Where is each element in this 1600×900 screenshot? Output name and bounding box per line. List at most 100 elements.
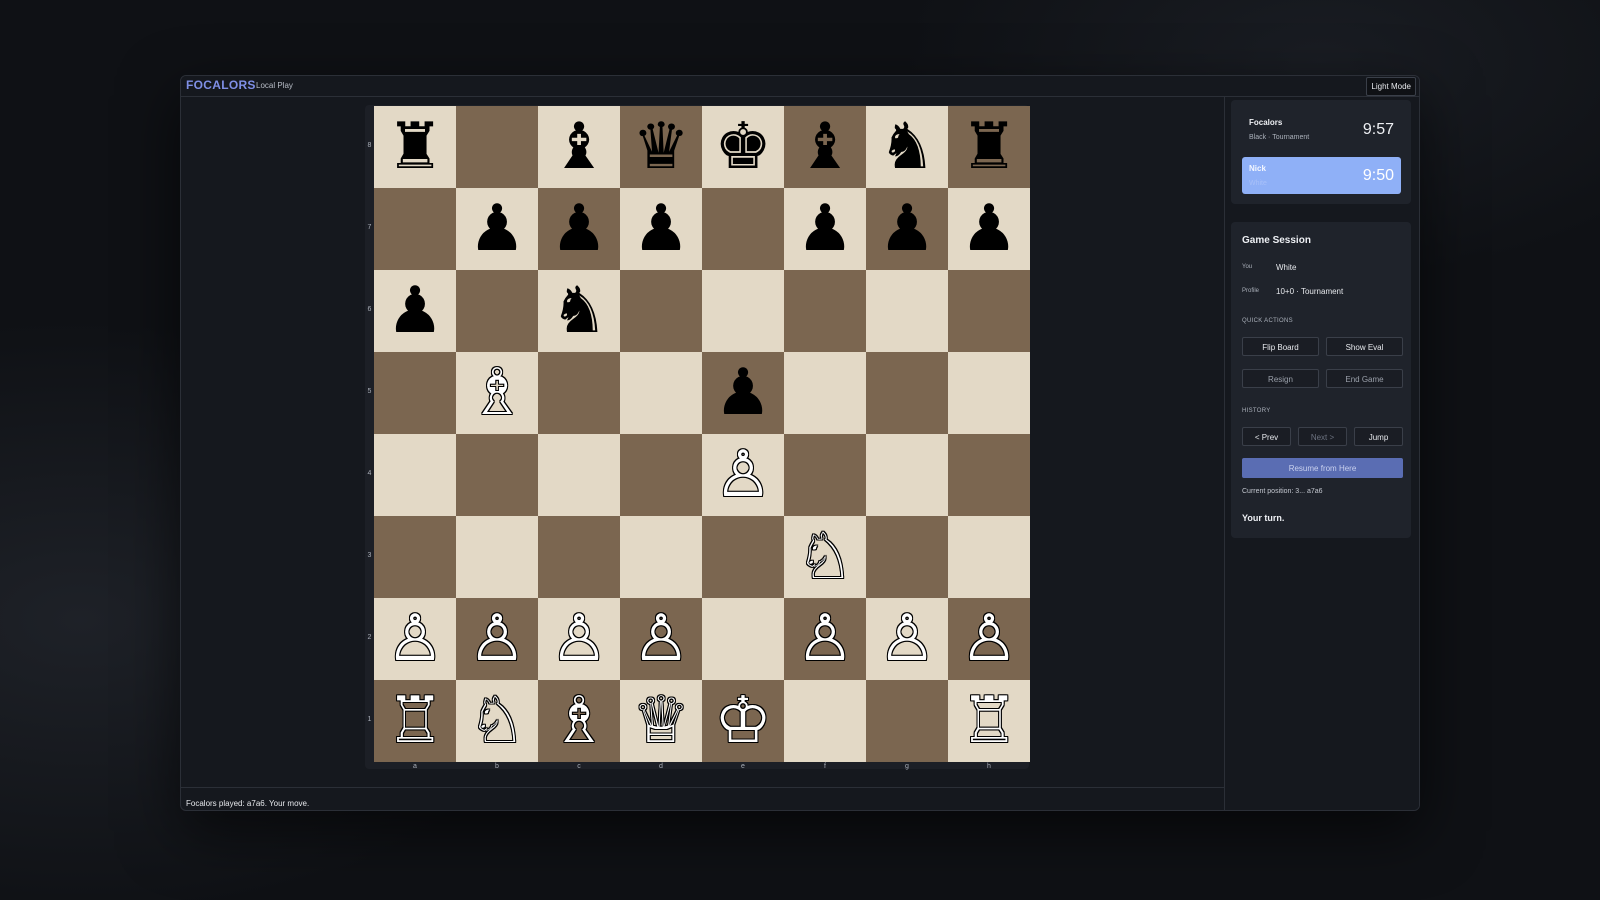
square-b5[interactable]: ♗ xyxy=(456,352,538,434)
white-pawn-piece[interactable]: ♙ xyxy=(468,598,525,680)
square-g1[interactable] xyxy=(866,680,948,762)
square-h2[interactable]: ♙ xyxy=(948,598,1030,680)
square-d3[interactable] xyxy=(620,516,702,598)
square-c1[interactable]: ♗ xyxy=(538,680,620,762)
black-pawn-piece[interactable]: ♟ xyxy=(632,188,689,270)
square-a1[interactable]: ♖ xyxy=(374,680,456,762)
square-c2[interactable]: ♙ xyxy=(538,598,620,680)
square-b4[interactable] xyxy=(456,434,538,516)
white-king-piece[interactable]: ♔ xyxy=(714,680,771,762)
white-pawn-piece[interactable]: ♙ xyxy=(632,598,689,680)
square-f7[interactable]: ♟ xyxy=(784,188,866,270)
square-g3[interactable] xyxy=(866,516,948,598)
black-bishop-piece[interactable]: ♝ xyxy=(796,106,853,188)
square-d7[interactable]: ♟ xyxy=(620,188,702,270)
square-g8[interactable]: ♞ xyxy=(866,106,948,188)
black-pawn-piece[interactable]: ♟ xyxy=(878,188,935,270)
square-f8[interactable]: ♝ xyxy=(784,106,866,188)
square-g2[interactable]: ♙ xyxy=(866,598,948,680)
square-e3[interactable] xyxy=(702,516,784,598)
square-f5[interactable] xyxy=(784,352,866,434)
white-rook-piece[interactable]: ♖ xyxy=(386,680,443,762)
black-pawn-piece[interactable]: ♟ xyxy=(468,188,525,270)
square-g5[interactable] xyxy=(866,352,948,434)
square-b3[interactable] xyxy=(456,516,538,598)
square-f6[interactable] xyxy=(784,270,866,352)
square-b7[interactable]: ♟ xyxy=(456,188,538,270)
square-a4[interactable] xyxy=(374,434,456,516)
black-pawn-piece[interactable]: ♟ xyxy=(386,270,443,352)
square-e7[interactable] xyxy=(702,188,784,270)
square-f1[interactable] xyxy=(784,680,866,762)
square-d2[interactable]: ♙ xyxy=(620,598,702,680)
white-pawn-piece[interactable]: ♙ xyxy=(386,598,443,680)
square-g6[interactable] xyxy=(866,270,948,352)
square-d5[interactable] xyxy=(620,352,702,434)
white-bishop-piece[interactable]: ♗ xyxy=(468,352,525,434)
square-b2[interactable]: ♙ xyxy=(456,598,538,680)
square-d8[interactable]: ♛ xyxy=(620,106,702,188)
black-queen-piece[interactable]: ♛ xyxy=(632,106,689,188)
white-queen-piece[interactable]: ♕ xyxy=(632,680,689,762)
black-rook-piece[interactable]: ♜ xyxy=(960,106,1017,188)
square-a7[interactable] xyxy=(374,188,456,270)
next-button[interactable]: Next > xyxy=(1298,427,1347,446)
white-pawn-piece[interactable]: ♙ xyxy=(550,598,607,680)
square-f3[interactable]: ♘ xyxy=(784,516,866,598)
prev-button[interactable]: < Prev xyxy=(1242,427,1291,446)
square-c6[interactable]: ♞ xyxy=(538,270,620,352)
square-b1[interactable]: ♘ xyxy=(456,680,538,762)
black-pawn-piece[interactable]: ♟ xyxy=(960,188,1017,270)
jump-button[interactable]: Jump xyxy=(1354,427,1403,446)
square-h4[interactable] xyxy=(948,434,1030,516)
white-pawn-piece[interactable]: ♙ xyxy=(878,598,935,680)
light-mode-button[interactable]: Light Mode xyxy=(1366,77,1416,96)
black-king-piece[interactable]: ♚ xyxy=(714,106,771,188)
resume-from-here-button[interactable]: Resume from Here xyxy=(1242,458,1403,478)
square-b8[interactable] xyxy=(456,106,538,188)
square-c4[interactable] xyxy=(538,434,620,516)
black-pawn-piece[interactable]: ♟ xyxy=(550,188,607,270)
square-e4[interactable]: ♙ xyxy=(702,434,784,516)
black-rook-piece[interactable]: ♜ xyxy=(386,106,443,188)
black-bishop-piece[interactable]: ♝ xyxy=(550,106,607,188)
white-knight-piece[interactable]: ♘ xyxy=(468,680,525,762)
square-e2[interactable] xyxy=(702,598,784,680)
square-d6[interactable] xyxy=(620,270,702,352)
square-a8[interactable]: ♜ xyxy=(374,106,456,188)
white-bishop-piece[interactable]: ♗ xyxy=(550,680,607,762)
square-e8[interactable]: ♚ xyxy=(702,106,784,188)
black-knight-piece[interactable]: ♞ xyxy=(550,270,607,352)
white-rook-piece[interactable]: ♖ xyxy=(960,680,1017,762)
square-a3[interactable] xyxy=(374,516,456,598)
square-c3[interactable] xyxy=(538,516,620,598)
square-h5[interactable] xyxy=(948,352,1030,434)
square-f4[interactable] xyxy=(784,434,866,516)
white-pawn-piece[interactable]: ♙ xyxy=(796,598,853,680)
square-h7[interactable]: ♟ xyxy=(948,188,1030,270)
square-g4[interactable] xyxy=(866,434,948,516)
black-pawn-piece[interactable]: ♟ xyxy=(714,352,771,434)
square-a2[interactable]: ♙ xyxy=(374,598,456,680)
square-c8[interactable]: ♝ xyxy=(538,106,620,188)
square-h1[interactable]: ♖ xyxy=(948,680,1030,762)
square-f2[interactable]: ♙ xyxy=(784,598,866,680)
square-g7[interactable]: ♟ xyxy=(866,188,948,270)
chess-board[interactable]: ♜ ♝ ♛ ♚ ♝ ♞ ♜ ♟ ♟ ♟ ♟ ♟ ♟ ♟ ♞ ♗ ♟ ♙ ♘ ♙ ♙ ♙ ♙ ♙ ♙ ♙ ♖ ♘ ♗ ♕ ♔ ♖ xyxy=(374,106,1030,762)
black-pawn-piece[interactable]: ♟ xyxy=(796,188,853,270)
end-game-button[interactable]: End Game xyxy=(1326,369,1403,388)
square-c5[interactable] xyxy=(538,352,620,434)
square-a5[interactable] xyxy=(374,352,456,434)
square-h3[interactable] xyxy=(948,516,1030,598)
square-d1[interactable]: ♕ xyxy=(620,680,702,762)
square-c7[interactable]: ♟ xyxy=(538,188,620,270)
square-h6[interactable] xyxy=(948,270,1030,352)
square-h8[interactable]: ♜ xyxy=(948,106,1030,188)
square-e6[interactable] xyxy=(702,270,784,352)
white-pawn-piece[interactable]: ♙ xyxy=(714,434,771,516)
square-a6[interactable]: ♟ xyxy=(374,270,456,352)
white-pawn-piece[interactable]: ♙ xyxy=(960,598,1017,680)
square-e1[interactable]: ♔ xyxy=(702,680,784,762)
white-knight-piece[interactable]: ♘ xyxy=(796,516,853,598)
flip-board-button[interactable]: Flip Board xyxy=(1242,337,1319,356)
